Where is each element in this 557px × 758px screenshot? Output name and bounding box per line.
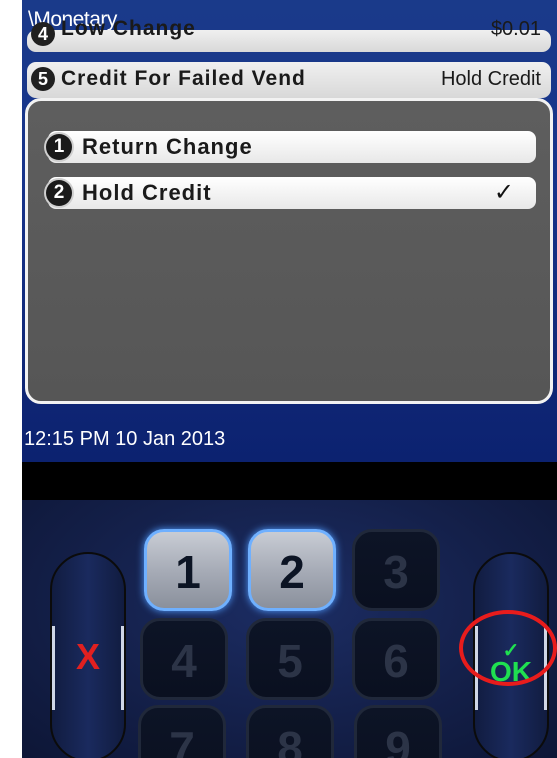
option-selection-popup: 1 Return Change 2 Hold Credit ✓ bbox=[25, 98, 553, 404]
key-5[interactable]: 5 bbox=[246, 618, 334, 700]
cancel-x-icon: X bbox=[75, 636, 100, 677]
highlight-circle bbox=[459, 610, 557, 686]
menu-item-number: 4 bbox=[31, 22, 55, 46]
display-screen: \Monetary 4 Low Change $0.01 5 Credit Fo… bbox=[22, 0, 557, 462]
key-6[interactable]: 6 bbox=[352, 618, 440, 700]
option-hold-credit[interactable]: 2 Hold Credit ✓ bbox=[46, 177, 536, 209]
option-label: Hold Credit bbox=[82, 180, 212, 205]
option-return-change[interactable]: 1 Return Change bbox=[46, 131, 536, 163]
menu-item-credit-for-failed-vend[interactable]: 5 Credit For Failed Vend Hold Credit bbox=[27, 62, 551, 98]
option-label: Return Change bbox=[82, 134, 253, 159]
option-number: 1 bbox=[46, 134, 72, 160]
menu-item-label: Credit For Failed Vend bbox=[61, 67, 306, 90]
option-number: 2 bbox=[46, 180, 72, 206]
menu-item-label: Low Change bbox=[61, 17, 196, 40]
key-1[interactable]: 1 bbox=[144, 529, 232, 611]
key-4[interactable]: 4 bbox=[140, 618, 228, 700]
key-8[interactable]: 8 bbox=[246, 705, 334, 758]
key-3[interactable]: 3 bbox=[352, 529, 440, 611]
key-7[interactable]: 7 bbox=[138, 705, 226, 758]
menu-item-low-change[interactable]: 4 Low Change $0.01 bbox=[27, 17, 551, 52]
cancel-button[interactable]: X bbox=[50, 552, 126, 758]
menu-item-value: $0.01 bbox=[490, 18, 541, 40]
keypad: X ✓ OK 1 2 3 4 5 6 7 8 9 bbox=[22, 500, 557, 758]
menu-item-value: Hold Credit bbox=[440, 68, 541, 90]
vending-controller-display: \Monetary 4 Low Change $0.01 5 Credit Fo… bbox=[22, 0, 557, 758]
status-datetime: 12:15 PM 10 Jan 2013 bbox=[24, 428, 226, 450]
menu-item-number: 5 bbox=[31, 67, 55, 91]
checkmark-icon: ✓ bbox=[493, 179, 514, 206]
key-2[interactable]: 2 bbox=[248, 529, 336, 611]
key-9[interactable]: 9 bbox=[354, 705, 442, 758]
